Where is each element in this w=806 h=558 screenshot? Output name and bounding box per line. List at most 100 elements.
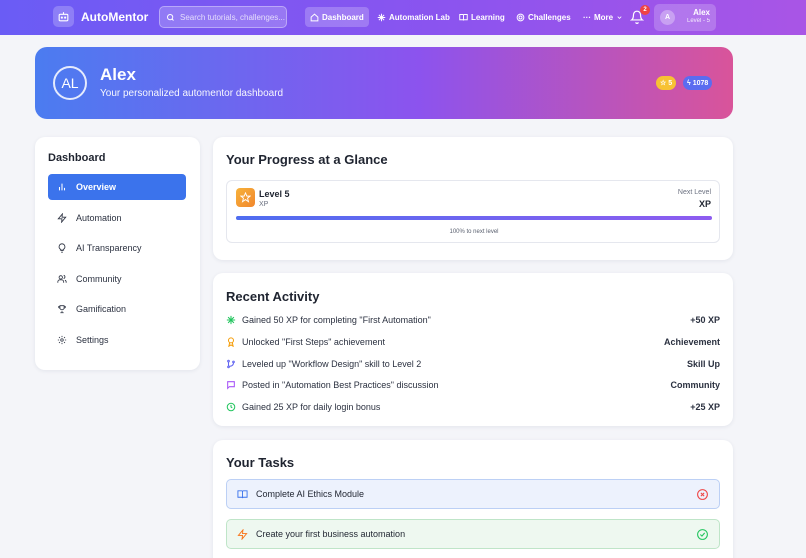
activity-value: +50 XP <box>690 315 720 325</box>
robot-logo-icon[interactable] <box>53 6 74 27</box>
activity-value: Skill Up <box>686 359 720 369</box>
next-level-label: Next Level <box>677 189 711 196</box>
user-menu[interactable]: A Alex Level - 5 <box>654 4 716 31</box>
xp-badge: ϟ 1078 <box>683 76 713 90</box>
xp-count: 1078 <box>692 79 709 87</box>
sidebar-item-community[interactable]: Community <box>48 266 186 292</box>
activity-text: Posted in "Automation Best Practices" di… <box>242 380 439 390</box>
sidebar-item-label: Community <box>76 274 122 284</box>
task-item[interactable]: Complete AI Ethics Module <box>226 479 720 509</box>
nav-label: Learning <box>471 12 505 22</box>
award-icon <box>227 337 235 347</box>
progress-card: Your Progress at a Glance Level 5 XP Nex… <box>213 137 733 260</box>
sidebar-title: Dashboard <box>48 152 106 164</box>
search-box[interactable] <box>159 6 287 28</box>
sparkle-icon <box>226 315 236 325</box>
lightbulb-icon <box>58 243 66 253</box>
sparkle-icon <box>377 13 386 21</box>
user-level: Level - 5 <box>686 18 710 24</box>
top-navbar: AutoMentor Dashboard Automation Lab Lear… <box>0 0 806 35</box>
branch-icon <box>227 359 235 369</box>
lightning-icon: ϟ <box>687 79 691 87</box>
recent-activity-card: Recent Activity Gained 50 XP for complet… <box>213 273 733 426</box>
activity-text: Gained 25 XP for daily login bonus <box>242 402 381 412</box>
sidebar-item-label: AI Transparency <box>76 243 142 253</box>
check-circle-icon[interactable] <box>696 528 709 541</box>
book-icon <box>459 13 468 21</box>
profile-name: Alex <box>100 65 136 84</box>
notification-badge: 2 <box>640 5 650 15</box>
nav-automation-lab[interactable]: Automation Lab <box>372 7 455 27</box>
task-item[interactable]: Create your first business automation <box>226 519 720 549</box>
profile-subtitle: Your personalized automentor dashboard <box>100 88 284 99</box>
activity-item: Gained 25 XP for daily login bonus +25 X… <box>226 400 720 414</box>
activity-value: +25 XP <box>690 402 720 412</box>
home-icon <box>310 12 319 21</box>
progress-caption: 100% to next level <box>449 229 499 235</box>
nav-more[interactable]: ··· More <box>578 7 628 27</box>
activity-text: Gained 50 XP for completing "First Autom… <box>242 315 431 325</box>
activity-value: Community <box>670 380 721 390</box>
sidebar-item-overview[interactable]: Overview <box>48 174 186 200</box>
lightning-icon <box>57 213 67 223</box>
book-open-icon <box>237 489 248 498</box>
profile-avatar: AL <box>53 66 87 100</box>
gear-icon <box>57 335 67 345</box>
nav-label: Challenges <box>528 12 571 22</box>
target-icon <box>516 13 525 21</box>
activity-item: Unlocked "First Steps" achievement Achie… <box>226 335 720 349</box>
nav-label: Dashboard <box>322 12 364 22</box>
clock-icon <box>226 402 236 412</box>
next-level-value: XP <box>698 199 711 209</box>
message-icon <box>227 381 235 390</box>
users-icon <box>57 274 67 283</box>
progress-bar-fill <box>236 216 712 220</box>
avatar: A <box>660 10 675 25</box>
activity-value: Achievement <box>663 337 720 347</box>
sidebar-item-label: Overview <box>76 182 117 192</box>
bar-chart-icon <box>58 183 66 191</box>
sidebar-item-gamification[interactable]: Gamification <box>48 296 186 322</box>
trophy-icon <box>58 305 66 314</box>
progress-bar <box>236 216 712 220</box>
sidebar-item-label: Settings <box>76 335 109 345</box>
chevron-down-icon <box>617 15 622 19</box>
activity-item: Gained 50 XP for completing "First Autom… <box>226 313 720 327</box>
sidebar-item-automation[interactable]: Automation <box>48 205 186 231</box>
activity-text: Unlocked "First Steps" achievement <box>242 337 385 347</box>
search-icon <box>167 13 174 21</box>
sidebar: Dashboard Overview Automation AI Transpa… <box>35 137 200 370</box>
nav-learning[interactable]: Learning <box>454 7 510 27</box>
activity-title: Recent Activity <box>226 289 320 304</box>
star-icon <box>236 188 255 207</box>
user-name: Alex <box>693 8 710 17</box>
progress-title: Your Progress at a Glance <box>226 152 388 167</box>
profile-banner: AL Alex Your personalized automentor das… <box>35 47 733 119</box>
activity-text: Leveled up "Workflow Design" skill to Le… <box>242 359 422 369</box>
stars-badge: ☆ 5 <box>656 76 677 90</box>
nav-label: Automation Lab <box>389 12 450 22</box>
activity-item: Leveled up "Workflow Design" skill to Le… <box>226 357 720 371</box>
tasks-title: Your Tasks <box>226 455 295 470</box>
sidebar-item-label: Gamification <box>76 304 127 314</box>
level-xp: XP <box>259 201 269 208</box>
search-input[interactable] <box>180 12 285 22</box>
nav-dashboard[interactable]: Dashboard <box>305 7 369 27</box>
brand-name[interactable]: AutoMentor <box>81 10 148 24</box>
sidebar-item-label: Automation <box>76 213 122 223</box>
level-progress-box: Level 5 XP Next Level XP 100% to next le… <box>226 180 720 243</box>
nav-label: More <box>594 12 614 22</box>
task-label: Complete AI Ethics Module <box>256 489 365 499</box>
sidebar-item-settings[interactable]: Settings <box>48 327 186 353</box>
tasks-card: Your Tasks Complete AI Ethics Module Cre… <box>213 440 733 558</box>
level-label: Level 5 <box>259 189 290 199</box>
task-label: Create your first business automation <box>256 529 406 539</box>
sidebar-item-ai-transparency[interactable]: AI Transparency <box>48 235 186 261</box>
star-icon: ☆ <box>660 80 667 87</box>
nav-challenges[interactable]: Challenges <box>511 7 576 27</box>
dots-icon: ··· <box>583 12 591 22</box>
lightning-icon <box>237 528 248 540</box>
stars-count: 5 <box>668 79 673 87</box>
x-circle-icon[interactable] <box>696 488 709 501</box>
activity-item: Posted in "Automation Best Practices" di… <box>226 378 720 392</box>
